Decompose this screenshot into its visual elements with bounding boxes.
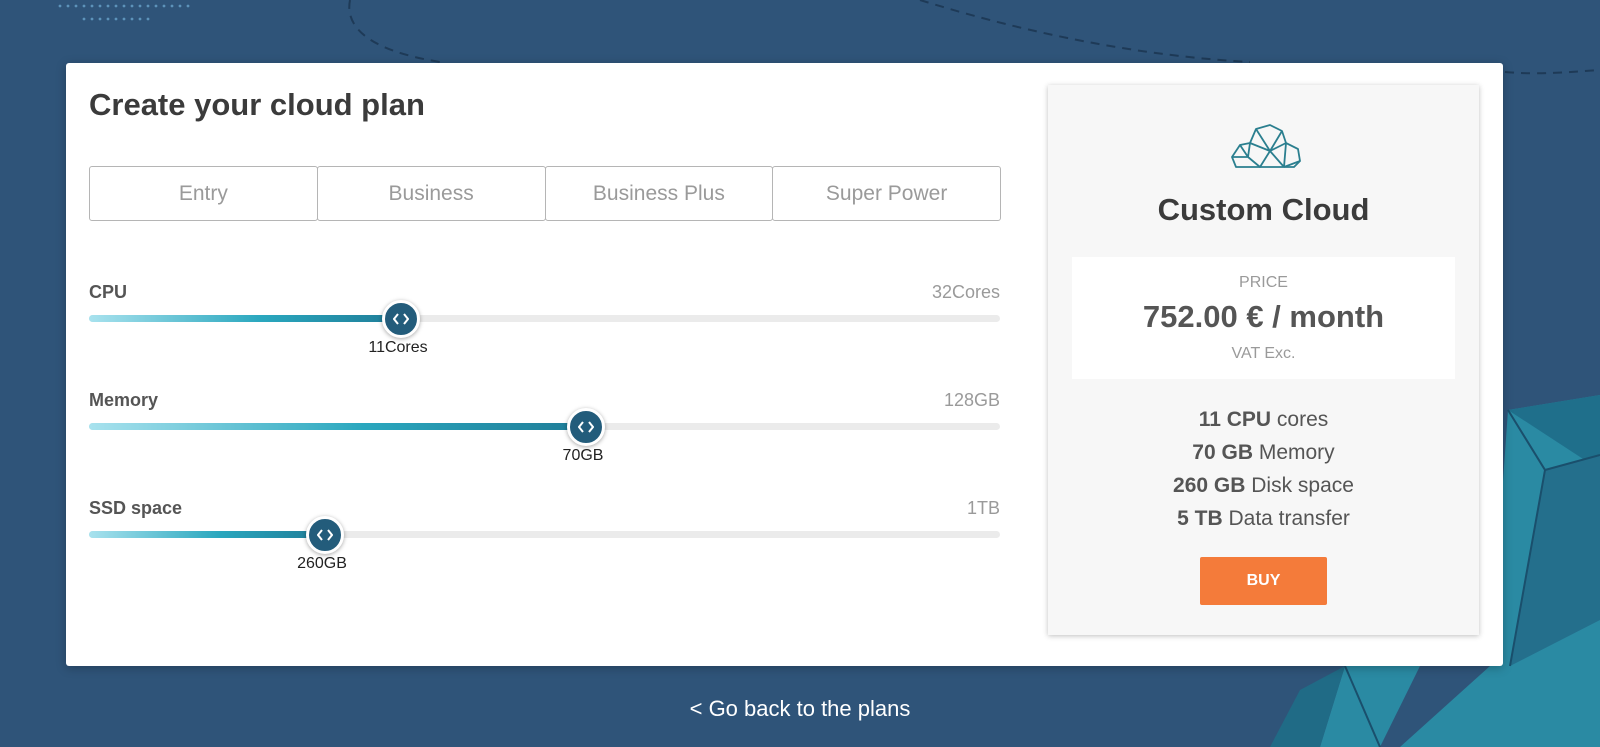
plan-builder-card: Create your cloud plan Entry Business Bu…	[66, 63, 1503, 666]
ssd-max-label: 1TB	[966, 498, 1000, 518]
memory-label: Memory	[89, 390, 159, 410]
spec-disk: 260 GB Disk space	[1048, 469, 1479, 502]
cpu-slider-handle[interactable]	[382, 300, 420, 338]
ssd-fill	[89, 531, 326, 538]
memory-value-label: 70GB	[562, 447, 604, 464]
spec-disk-value: 260 GB	[1173, 474, 1246, 497]
spec-cpu-value: 11 CPU	[1198, 408, 1272, 431]
price-label: PRICE	[1239, 274, 1288, 291]
spec-transfer-unit: Data transfer	[1222, 507, 1350, 530]
spec-disk-unit: Disk space	[1245, 474, 1354, 497]
ssd-slider: SSD space 1TB 260GB	[89, 498, 1000, 578]
page-title: Create your cloud plan	[89, 87, 425, 122]
plan-specs-list: 11 CPU cores 70 GB Memory 260 GB Disk sp…	[1048, 403, 1479, 535]
cpu-label: CPU	[89, 282, 128, 302]
spec-transfer-value: 5 TB	[1177, 507, 1223, 530]
cpu-value-label: 11Cores	[368, 339, 428, 356]
price-value: 752.00 € / month	[1142, 299, 1385, 334]
left-right-arrows-icon	[317, 529, 333, 541]
memory-track[interactable]	[89, 408, 1000, 446]
plan-tabs: Entry Business Business Plus Super Power	[89, 166, 1001, 221]
tab-business-plus[interactable]: Business Plus	[544, 166, 774, 221]
left-right-arrows-icon	[393, 313, 409, 325]
spec-cpu: 11 CPU cores	[1048, 403, 1479, 436]
tab-business[interactable]: Business	[316, 166, 546, 221]
vat-note: VAT Exc.	[1231, 345, 1296, 362]
left-right-arrows-icon	[578, 421, 594, 433]
spec-memory-value: 70 GB	[1192, 441, 1253, 464]
tab-entry[interactable]: Entry	[89, 166, 318, 221]
back-to-plans-link[interactable]: < Go back to the plans	[0, 696, 1600, 722]
buy-button[interactable]: BUY	[1200, 557, 1327, 605]
spec-cpu-unit: cores	[1271, 408, 1329, 431]
plan-name: Custom Cloud	[1157, 192, 1370, 227]
ssd-slider-handle[interactable]	[306, 516, 344, 554]
cpu-fill	[89, 315, 402, 322]
ssd-value-label: 260GB	[297, 555, 347, 572]
memory-max-label: 128GB	[943, 390, 1000, 410]
plan-summary-panel: Custom Cloud PRICE 752.00 € / month VAT …	[1048, 85, 1479, 635]
cpu-max-label: 32Cores	[931, 282, 1000, 302]
memory-fill	[89, 423, 587, 430]
spec-transfer: 5 TB Data transfer	[1048, 502, 1479, 535]
memory-slider: Memory 128GB 70GB	[89, 390, 1000, 470]
spec-memory-unit: Memory	[1253, 441, 1335, 464]
cloud-icon	[1231, 124, 1301, 168]
ssd-track[interactable]	[89, 516, 1000, 554]
memory-slider-handle[interactable]	[567, 408, 605, 446]
cpu-track[interactable]	[89, 300, 1000, 338]
tab-super-power[interactable]: Super Power	[772, 166, 1001, 221]
price-box: PRICE 752.00 € / month VAT Exc.	[1072, 257, 1455, 379]
cpu-slider: CPU 32Cores 11Cores	[89, 282, 1000, 362]
spec-memory: 70 GB Memory	[1048, 436, 1479, 469]
ssd-label: SSD space	[89, 498, 183, 518]
